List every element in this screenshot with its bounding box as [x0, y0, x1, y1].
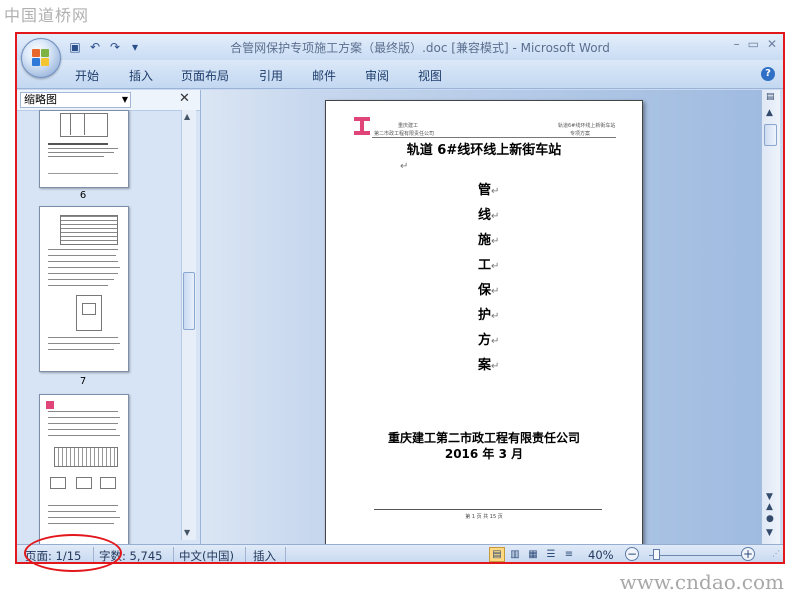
navigation-mode-select[interactable]: 缩略图 ▼: [20, 92, 131, 108]
close-button[interactable]: ✕: [767, 37, 777, 51]
zoom-level[interactable]: 40%: [588, 548, 614, 562]
vertical-title-char: 线↵: [478, 208, 500, 223]
tab-references[interactable]: 引用: [259, 67, 283, 84]
document-scrollbar[interactable]: ▤ ▲ ▼ ▲ ● ▼: [761, 90, 780, 544]
header-rule: [372, 137, 616, 138]
page-thumbnail[interactable]: [39, 110, 129, 188]
status-bar: 页面: 1/15 字数: 5,745 中文(中国) 插入 ▤ ▥ ▦ ☰ ≡ 4…: [17, 544, 783, 562]
thumbnail-pane: 缩略图 ▼ ✕ 6 7 ▲ ▼: [17, 90, 201, 546]
zoom-slider-track[interactable]: [649, 555, 745, 556]
minimize-button[interactable]: –: [734, 37, 740, 51]
watermark-bottom: www.cndao.com: [619, 570, 784, 594]
page-thumbnail[interactable]: [39, 394, 129, 546]
title-bar: ▣ ↶ ↷ ▾ 合管网保护专项施工方案（最终版）.doc [兼容模式] - Mi…: [17, 34, 783, 60]
scroll-down-icon[interactable]: ▼: [766, 492, 773, 502]
scrollbar-thumb[interactable]: [183, 272, 195, 330]
office-button[interactable]: [21, 38, 61, 78]
scroll-down-icon[interactable]: ▼: [184, 528, 190, 537]
tab-home[interactable]: 开始: [75, 67, 99, 84]
page-thumbnail[interactable]: [39, 206, 129, 372]
watermark-top: 中国道桥网: [4, 6, 90, 25]
thumbnail-pane-header: 缩略图 ▼ ✕: [17, 90, 200, 111]
document-page[interactable]: 重庆建工 第二市政工程有限责任公司 轨道6#线环线上新街车站 专项方案 轨道 6…: [325, 100, 643, 552]
previous-page-icon[interactable]: ▲: [766, 502, 773, 512]
insert-mode-indicator[interactable]: 插入: [253, 548, 276, 562]
chevron-down-icon: ▼: [121, 95, 128, 104]
navigation-mode-label: 缩略图: [24, 93, 57, 106]
vertical-title-char: 施↵: [478, 233, 500, 248]
document-date: 2016 年 3 月: [444, 447, 524, 461]
help-icon[interactable]: ?: [761, 67, 775, 81]
vertical-title-char: 保↵: [478, 283, 500, 298]
language-indicator[interactable]: 中文(中国): [179, 548, 234, 562]
word-window: ▣ ↶ ↷ ▾ 合管网保护专项施工方案（最终版）.doc [兼容模式] - Mi…: [15, 32, 785, 564]
print-layout-view-button[interactable]: ▤: [489, 547, 505, 562]
footer-rule: [374, 509, 602, 510]
tab-page-layout[interactable]: 页面布局: [181, 67, 229, 84]
page-thumbnail-number: 7: [79, 376, 87, 387]
ribbon-tabs: 开始 插入 页面布局 引用 邮件 审阅 视图 ?: [17, 60, 783, 89]
scrollbar-thumb[interactable]: [764, 124, 777, 146]
vertical-title-char: 工↵: [478, 258, 500, 273]
tab-review[interactable]: 审阅: [365, 67, 389, 84]
thumbnail-pane-close-button[interactable]: ✕: [179, 91, 190, 106]
header-left-line1: 重庆建工: [398, 123, 419, 129]
scroll-up-icon[interactable]: ▲: [184, 112, 190, 121]
paragraph-mark: ↵: [400, 161, 409, 172]
company-logo: [354, 117, 370, 135]
next-page-icon[interactable]: ▼: [766, 528, 773, 538]
vertical-title-char: 护↵: [478, 308, 500, 323]
full-screen-reading-view-button[interactable]: ▥: [507, 547, 523, 562]
zoom-out-button[interactable]: −: [625, 547, 639, 561]
thumbnail-scrollbar[interactable]: ▲ ▼: [181, 110, 196, 540]
outline-view-button[interactable]: ☰: [543, 547, 559, 562]
annotation-ellipse: [24, 534, 122, 572]
tab-mailings[interactable]: 邮件: [312, 67, 336, 84]
page-thumbnail-number: 6: [79, 190, 87, 201]
vertical-title-char: 方↵: [478, 333, 500, 348]
vertical-title-char: 案↵: [478, 358, 500, 373]
tab-insert[interactable]: 插入: [129, 67, 153, 84]
window-title: 合管网保护专项施工方案（最终版）.doc [兼容模式] - Microsoft …: [230, 41, 610, 55]
vertical-title-char: 管↵: [478, 183, 500, 198]
document-area: 重庆建工 第二市政工程有限责任公司 轨道6#线环线上新街车站 专项方案 轨道 6…: [201, 90, 761, 552]
resize-grip-icon[interactable]: ⋰: [772, 549, 780, 558]
window-controls: – ▭ ✕: [734, 37, 777, 51]
maximize-button[interactable]: ▭: [748, 37, 759, 51]
page-footer: 第 1 页 共 15 页: [465, 514, 503, 520]
scroll-up-icon[interactable]: ▲: [766, 108, 773, 118]
header-right-line1: 轨道6#线环线上新街车站: [558, 123, 616, 129]
office-logo-icon: [32, 49, 50, 67]
draft-view-button[interactable]: ≡: [561, 547, 577, 562]
company-name: 重庆建工第二市政工程有限责任公司: [387, 431, 580, 445]
ruler-toggle-icon[interactable]: ▤: [766, 92, 775, 102]
select-browse-object-icon[interactable]: ●: [766, 514, 774, 524]
zoom-in-button[interactable]: +: [741, 547, 755, 561]
tab-view[interactable]: 视图: [418, 67, 442, 84]
web-layout-view-button[interactable]: ▦: [525, 547, 541, 562]
zoom-slider-handle[interactable]: [653, 549, 660, 560]
document-title: 轨道 6#线环线上新街车站: [406, 143, 562, 158]
